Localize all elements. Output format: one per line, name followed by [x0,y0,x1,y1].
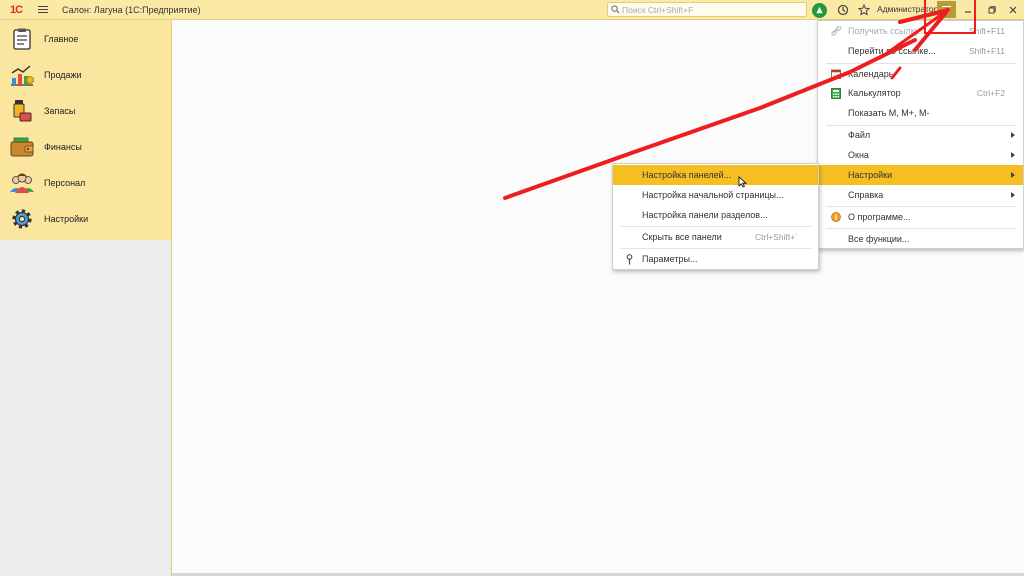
menu-item-label: Настройка начальной страницы... [642,190,784,200]
menu-item-shortcut: Ctrl+Shift+` [755,232,798,242]
menu-item-label: Скрыть все панели [642,232,722,242]
sidebar-item-label: Финансы [44,142,82,152]
people-icon [10,171,34,195]
app-logo[interactable]: 1С [4,0,28,20]
menu-item-label: Файл [848,130,871,140]
sidebar-item-finance[interactable]: Финансы [0,129,172,165]
menu-item-shortcut: Ctrl+F2 [976,88,1005,98]
sidebar-item-label: Настройки [44,214,89,224]
sidebar-item-label: Запасы [44,106,76,116]
menu-item-calendar[interactable]: Календарь [818,64,1023,84]
submenu-arrow-icon [1011,132,1015,138]
menu-item-label: Настройки [848,170,893,180]
calculator-icon [828,86,844,100]
clipboard-icon [10,27,34,51]
sidebar-item-stock[interactable]: Запасы [0,93,172,129]
notifications-button[interactable] [810,0,828,20]
info-icon [828,210,844,224]
favorites-button[interactable] [855,0,873,20]
star-icon [858,4,870,16]
menu-item-label: Калькулятор [848,88,901,98]
history-icon [837,4,849,16]
sections-panel: Главное Продажи Запасы Финансы Персонал … [0,20,172,240]
menu-item-show-memory[interactable]: Показать М, М+, М- [818,103,1023,123]
menu-item-shortcut: Shift+F11 [969,46,1005,56]
menu-item-help[interactable]: Справка [818,185,1023,205]
menu-item-label: Все функции... [848,234,910,244]
restore-button[interactable] [985,0,999,20]
menu-item-label: О программе... [848,212,911,222]
window-title: Салон: Лагуна (1С:Предприятие) [62,4,201,15]
menu-item-file[interactable]: Файл [818,125,1023,145]
mouse-cursor-icon [738,176,747,188]
settings-submenu: Настройка панелей... Настройка начальной… [612,163,819,270]
menu-item-label: Показать М, М+, М- [848,108,930,118]
menu-item-calculator[interactable]: Калькулятор Ctrl+F2 [818,83,1023,103]
gear-icon [10,207,34,231]
menu-item-label: Получить ссылку... [848,26,926,36]
menu-item-label: Настройка панели разделов... [642,210,768,220]
sidebar-item-sales[interactable]: Продажи [0,57,172,93]
system-menu: Получить ссылку... Shift+F11 Перейти по … [817,20,1024,249]
menu-item-label: Календарь [848,69,894,79]
history-button[interactable] [834,0,852,20]
sidebar-item-staff[interactable]: Персонал [0,165,172,201]
link-icon [828,24,844,38]
close-icon [1009,6,1017,14]
sales-chart-icon [10,63,34,87]
bell-icon [811,2,827,18]
submenu-item-hide-all-panels[interactable]: Скрыть все панели Ctrl+Shift+` [613,227,818,247]
menu-item-about[interactable]: О программе... [818,207,1023,227]
sidebar-item-main[interactable]: Главное [0,21,172,57]
menu-item-settings[interactable]: Настройки [818,165,1023,185]
close-button[interactable] [1006,0,1020,20]
menu-item-get-link[interactable]: Получить ссылку... Shift+F11 [818,21,1023,41]
sidebar-item-label: Персонал [44,178,86,188]
main-menu-burger-icon[interactable] [34,0,52,20]
menu-item-follow-link[interactable]: Перейти по ссылке... Shift+F11 [818,41,1023,61]
wallet-icon [10,135,34,159]
calendar-icon [828,67,844,81]
submenu-item-panels-setup[interactable]: Настройка панелей... [613,165,818,185]
menu-item-label: Настройка панелей... [642,170,732,180]
menu-item-label: Справка [848,190,884,200]
menu-item-windows[interactable]: Окна [818,145,1023,165]
wrench-icon [623,252,635,266]
sidebar-item-label: Главное [44,34,79,44]
sidebar-empty-area [0,240,172,576]
submenu-item-home-page-setup[interactable]: Настройка начальной страницы... [613,185,818,205]
sidebar-item-settings[interactable]: Настройки [0,201,172,237]
search-placeholder: Поиск Ctrl+Shift+F [622,4,694,15]
search-icon [608,2,622,17]
submenu-item-parameters[interactable]: Параметры... [613,249,818,269]
restore-icon [988,6,996,14]
cosmetics-icon [10,99,34,123]
menu-item-label: Перейти по ссылке... [848,46,936,56]
sidebar-item-label: Продажи [44,70,82,80]
menu-item-all-functions[interactable]: Все функции... [818,229,1023,249]
menu-item-label: Параметры... [642,254,698,264]
submenu-arrow-icon [1011,172,1015,178]
submenu-item-sections-panel-setup[interactable]: Настройка панели разделов... [613,205,818,225]
submenu-arrow-icon [1011,192,1015,198]
menu-item-label: Окна [848,150,869,160]
search-input[interactable]: Поиск Ctrl+Shift+F [607,2,807,17]
highlight-box [924,0,976,34]
logo-text: 1С [9,3,23,16]
submenu-arrow-icon [1011,152,1015,158]
